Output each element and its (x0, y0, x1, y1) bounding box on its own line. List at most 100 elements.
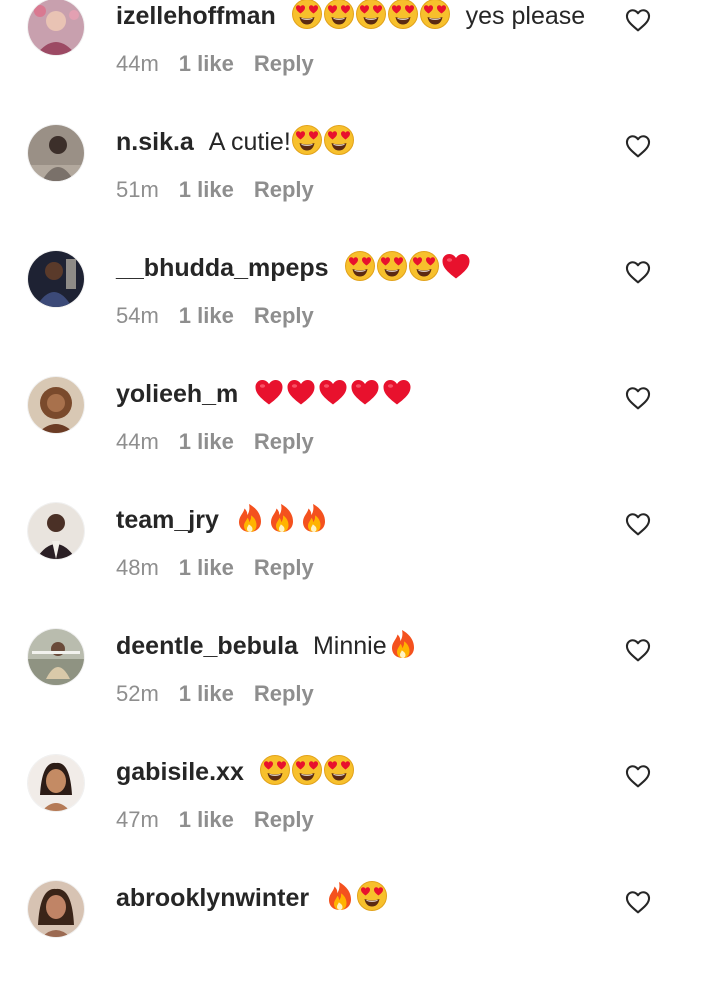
comment-text: A cutie! (208, 128, 291, 156)
comment-meta: 47m 1 like Reply (116, 802, 314, 838)
heart-outline-icon[interactable] (625, 764, 651, 790)
comment-meta: 51m 1 like Reply (116, 172, 314, 208)
heart-eyes-emoji (356, 880, 388, 912)
emoji-group (253, 379, 413, 408)
comment-line: __bhudda_mpeps (116, 246, 472, 290)
timestamp: 44m (116, 429, 159, 454)
comment-item: deentle_bebula Minnie 52m 1 like Reply (0, 629, 720, 756)
comment-item: izellehoffman yes please 44m 1 like Reply (0, 0, 720, 126)
username[interactable]: gabisile.xx (116, 758, 244, 786)
heart-eyes-emoji (419, 0, 451, 30)
heart-outline-icon[interactable] (625, 260, 651, 286)
reply-button[interactable]: Reply (254, 172, 314, 208)
comment-item: abrooklynwinter (0, 881, 720, 1008)
red-heart-emoji (440, 250, 472, 282)
emoji-group (234, 502, 330, 534)
reply-button[interactable]: Reply (254, 46, 314, 82)
emoji-group (387, 628, 419, 660)
comment-line: team_jry (116, 498, 330, 542)
avatar[interactable] (28, 503, 84, 559)
heart-eyes-emoji (291, 754, 323, 786)
comment-line: gabisile.xx (116, 750, 355, 794)
heart-outline-icon[interactable] (625, 386, 651, 412)
likes-count[interactable]: 1 like (179, 424, 234, 460)
heart-eyes-emoji (344, 250, 376, 282)
emoji-group (291, 124, 355, 156)
fire-emoji (266, 502, 298, 534)
timestamp: 54m (116, 303, 159, 328)
username[interactable]: n.sik.a (116, 128, 194, 156)
username[interactable]: team_jry (116, 506, 219, 534)
avatar[interactable] (28, 881, 84, 937)
heart-outline-icon[interactable] (625, 638, 651, 664)
comment-item: gabisile.xx 47m 1 like Reply (0, 755, 720, 882)
avatar[interactable] (28, 125, 84, 181)
emoji-group (344, 250, 472, 282)
heart-eyes-emoji (387, 0, 419, 30)
heart-eyes-emoji (376, 250, 408, 282)
fire-emoji (324, 880, 356, 912)
reply-button[interactable]: Reply (254, 802, 314, 838)
timestamp: 52m (116, 681, 159, 706)
comment-text: yes please (465, 2, 586, 30)
heart-eyes-emoji (323, 754, 355, 786)
reply-button[interactable]: Reply (254, 424, 314, 460)
comment-line: izellehoffman yes please (116, 0, 585, 38)
comment-item: __bhudda_mpeps 54m 1 like Reply (0, 251, 720, 378)
comment-meta: 48m 1 like Reply (116, 550, 314, 586)
comment-line: yolieeh_m (116, 372, 413, 416)
username[interactable]: __bhudda_mpeps (116, 254, 329, 282)
timestamp: 48m (116, 555, 159, 580)
likes-count[interactable]: 1 like (179, 172, 234, 208)
comment-item: team_jry 48m 1 like Reply (0, 503, 720, 630)
fire-emoji (234, 502, 266, 534)
comment-line: n.sik.a A cutie! (116, 120, 355, 164)
comment-item: n.sik.a A cutie! 51m 1 like Reply (0, 125, 720, 252)
heart-eyes-emoji (259, 754, 291, 786)
red-heart-emoji (285, 376, 317, 408)
heart-eyes-emoji (291, 124, 323, 156)
comment-line: deentle_bebula Minnie (116, 624, 419, 668)
timestamp: 51m (116, 177, 159, 202)
timestamp: 47m (116, 807, 159, 832)
likes-count[interactable]: 1 like (179, 802, 234, 838)
comment-item: yolieeh_m 44m 1 like Reply (0, 377, 720, 504)
avatar[interactable] (28, 0, 84, 55)
fire-emoji (387, 628, 419, 660)
heart-outline-icon[interactable] (625, 8, 651, 34)
emoji-group (291, 0, 451, 30)
comment-meta: 52m 1 like Reply (116, 676, 314, 712)
likes-count[interactable]: 1 like (179, 46, 234, 82)
avatar[interactable] (28, 629, 84, 685)
comment-line: abrooklynwinter (116, 876, 388, 920)
reply-button[interactable]: Reply (254, 550, 314, 586)
heart-eyes-emoji (355, 0, 387, 30)
heart-outline-icon[interactable] (625, 890, 651, 916)
username[interactable]: abrooklynwinter (116, 884, 309, 912)
reply-button[interactable]: Reply (254, 298, 314, 334)
red-heart-emoji (349, 376, 381, 408)
username[interactable]: yolieeh_m (116, 380, 238, 408)
red-heart-emoji (381, 376, 413, 408)
comments-list: izellehoffman yes please 44m 1 like Reply … (0, 0, 720, 937)
heart-outline-icon[interactable] (625, 134, 651, 160)
heart-eyes-emoji (323, 0, 355, 30)
reply-button[interactable]: Reply (254, 676, 314, 712)
avatar[interactable] (28, 251, 84, 307)
likes-count[interactable]: 1 like (179, 298, 234, 334)
timestamp: 44m (116, 51, 159, 76)
comment-meta: 44m 1 like Reply (116, 424, 314, 460)
username[interactable]: izellehoffman (116, 2, 276, 30)
comment-meta: 54m 1 like Reply (116, 298, 314, 334)
likes-count[interactable]: 1 like (179, 550, 234, 586)
avatar[interactable] (28, 755, 84, 811)
avatar[interactable] (28, 377, 84, 433)
heart-eyes-emoji (408, 250, 440, 282)
heart-outline-icon[interactable] (625, 512, 651, 538)
fire-emoji (298, 502, 330, 534)
likes-count[interactable]: 1 like (179, 676, 234, 712)
username[interactable]: deentle_bebula (116, 632, 298, 660)
red-heart-emoji (253, 376, 285, 408)
emoji-group (259, 754, 355, 786)
emoji-group (324, 880, 388, 912)
